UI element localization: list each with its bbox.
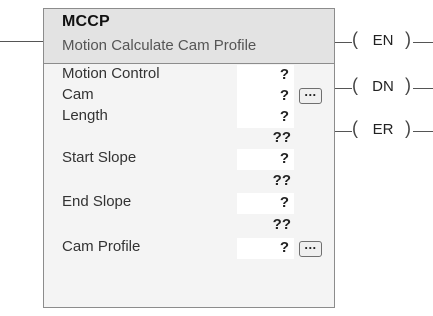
- instruction-header: MCCP Motion Calculate Cam Profile: [44, 9, 334, 63]
- coil-wire-left: [335, 88, 352, 89]
- operand-value-length[interactable]: ?: [237, 107, 294, 128]
- coil-label-en: EN: [372, 32, 394, 49]
- operand-label-motion-control: Motion Control: [62, 65, 160, 82]
- operand-label-end-slope: End Slope: [62, 193, 132, 210]
- coil-left-paren: (: [352, 75, 358, 95]
- operand-value-end-slope[interactable]: ?: [237, 193, 294, 214]
- operand-sub-value-text: ??: [272, 129, 291, 146]
- output-coil-en[interactable]: ( EN ): [335, 29, 433, 53]
- coil-right-paren: ): [405, 118, 411, 138]
- coil-wire-left: [335, 42, 352, 43]
- cam-browse-button[interactable]: ...: [299, 84, 322, 104]
- operand-label-cam-profile: Cam Profile: [62, 238, 141, 255]
- operand-value-text: ?: [279, 194, 289, 211]
- coil-right-paren: ): [405, 75, 411, 95]
- operand-value-start-slope[interactable]: ?: [237, 149, 294, 170]
- instruction-mnemonic: MCCP: [62, 13, 110, 30]
- mccp-instruction-block[interactable]: MCCP Motion Calculate Cam Profile Motion…: [43, 8, 335, 308]
- operand-value-text: ?: [279, 108, 289, 125]
- coil-left-paren: (: [352, 29, 358, 49]
- output-coil-er[interactable]: ( ER ): [335, 118, 433, 142]
- coil-label-dn: DN: [372, 78, 394, 95]
- operand-value-cam[interactable]: ?: [237, 86, 294, 107]
- ellipsis-icon: ...: [304, 237, 317, 252]
- operand-label-start-slope: Start Slope: [62, 149, 137, 166]
- operand-label-length: Length: [62, 107, 108, 124]
- header-divider: [44, 63, 334, 64]
- operand-value-text: ?: [279, 87, 289, 104]
- output-coil-dn[interactable]: ( DN ): [335, 75, 433, 99]
- coil-label-er: ER: [372, 121, 394, 138]
- ladder-rung: MCCP Motion Calculate Cam Profile Motion…: [0, 0, 433, 316]
- operand-value-text: ?: [279, 239, 289, 256]
- operand-sub-value-end-slope: ??: [237, 215, 294, 236]
- ellipsis-icon: ...: [304, 84, 317, 99]
- operand-value-text: ?: [279, 150, 289, 167]
- operand-sub-value-start-slope: ??: [237, 171, 294, 192]
- instruction-description: Motion Calculate Cam Profile: [62, 37, 257, 54]
- cam-profile-browse-button[interactable]: ...: [299, 237, 322, 257]
- coil-wire-right: [413, 131, 433, 132]
- operand-label-cam: Cam: [62, 86, 94, 103]
- coil-wire-right: [413, 42, 433, 43]
- operand-sub-value-text: ??: [272, 216, 291, 233]
- rung-input-wire: [0, 41, 43, 42]
- coil-left-paren: (: [352, 118, 358, 138]
- operand-sub-value-length: ??: [237, 128, 294, 149]
- coil-right-paren: ): [405, 29, 411, 49]
- coil-wire-left: [335, 131, 352, 132]
- operand-value-text: ?: [279, 66, 289, 83]
- coil-wire-right: [413, 88, 433, 89]
- operand-value-motion-control[interactable]: ?: [237, 65, 294, 86]
- operand-value-cam-profile[interactable]: ?: [237, 238, 294, 259]
- operand-sub-value-text: ??: [272, 172, 291, 189]
